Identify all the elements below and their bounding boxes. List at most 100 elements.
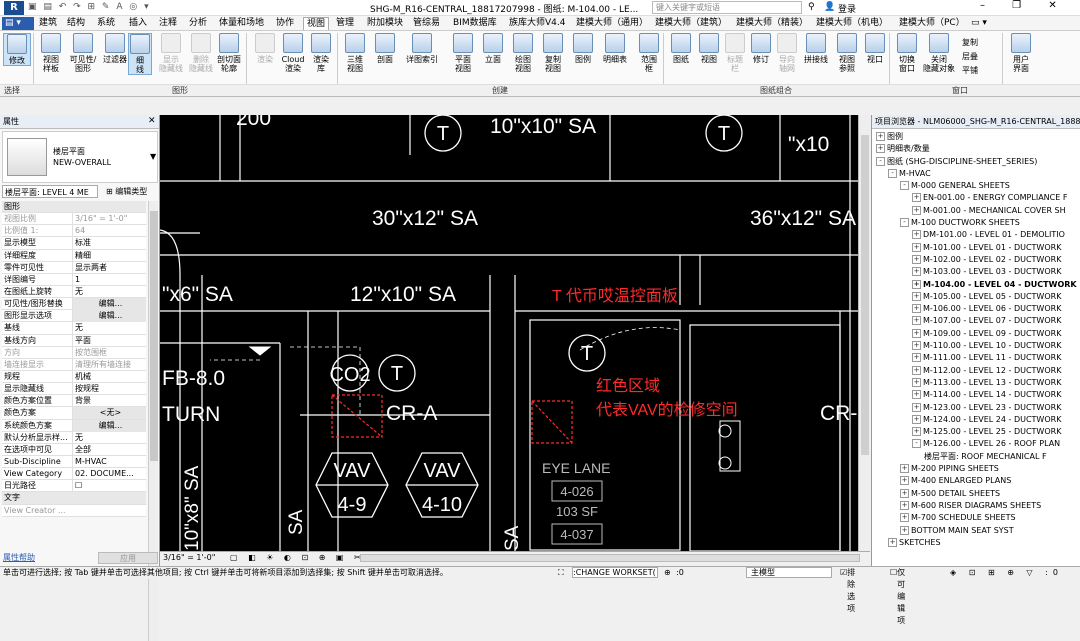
- property-value[interactable]: 02. DOCUME...: [72, 468, 146, 481]
- expand-icon[interactable]: +: [900, 464, 909, 474]
- browser-tree-node[interactable]: + M-109.00 - LEVEL 09 - DUCTWORK: [872, 328, 1080, 340]
- expand-icon[interactable]: +: [912, 365, 921, 375]
- matchline-button[interactable]: 拼接线: [800, 33, 832, 64]
- collapse-icon[interactable]: -: [900, 218, 909, 228]
- exclude-options-checkbox[interactable]: ☑ 排除选项: [840, 567, 855, 613]
- tab-guanzongyi[interactable]: 管综易: [410, 17, 443, 30]
- tab-systems[interactable]: 系统: [94, 17, 118, 30]
- chevron-down-icon[interactable]: ▼: [150, 152, 156, 161]
- property-value[interactable]: 显示两者: [72, 261, 146, 274]
- browser-tree-node[interactable]: + M-112.00 - LEVEL 12 - DUCTWORK: [872, 365, 1080, 377]
- worksets-icon[interactable]: ⛶: [558, 567, 564, 579]
- expand-icon[interactable]: +: [912, 230, 921, 240]
- view-scale[interactable]: 3/16" = 1'-0": [163, 552, 215, 564]
- render-button[interactable]: 渲染: [250, 33, 280, 64]
- property-value[interactable]: 平面: [72, 334, 146, 347]
- browser-tree-node[interactable]: + SKETCHES: [872, 537, 1080, 549]
- browser-tree-node[interactable]: + M-107.00 - LEVEL 07 - DUCTWORK: [872, 315, 1080, 327]
- login-button[interactable]: 登录: [838, 2, 856, 15]
- browser-tree-node[interactable]: + M-106.00 - LEVEL 06 - DUCTWORK: [872, 303, 1080, 315]
- browser-tree-node[interactable]: + DM-101.00 - LEVEL 01 - DEMOLITIO: [872, 229, 1080, 241]
- property-value[interactable]: ☐: [72, 480, 146, 493]
- view-reference-button[interactable]: 视图 参照: [832, 33, 862, 73]
- viewports-button[interactable]: 视口: [860, 33, 890, 64]
- browser-tree-node[interactable]: + M-400 ENLARGED PLANS: [872, 475, 1080, 487]
- legends-button[interactable]: 图例: [568, 33, 598, 64]
- browser-tree-node[interactable]: + M-114.00 - LEVEL 14 - DUCTWORK: [872, 389, 1080, 401]
- tab-structure[interactable]: 结构: [64, 17, 88, 30]
- switch-windows-button[interactable]: 切换 窗口: [892, 33, 922, 73]
- quick-access-toolbar[interactable]: ▣ ▤ ↶ ↷ ⊞ ✎ A ◎ ▾: [28, 2, 151, 12]
- property-edit-button[interactable]: 编辑...: [72, 310, 146, 323]
- drafting-view-button[interactable]: 绘图 视图: [508, 33, 538, 73]
- drawing-canvas[interactable]: T T T T CO2 30"x12" SA 36"x12" SA "x6" S…: [160, 115, 858, 551]
- browser-tree-node[interactable]: 楼层平面: ROOF MECHANICAL F: [872, 451, 1080, 463]
- canvas-vertical-scrollbar[interactable]: [858, 115, 870, 551]
- close-hidden-button[interactable]: 关闭 隐藏对象: [922, 33, 956, 73]
- property-value[interactable]: 标准: [72, 237, 146, 250]
- expand-icon[interactable]: +: [900, 513, 909, 523]
- browser-tree-node[interactable]: + M-111.00 - LEVEL 11 - DUCTWORK: [872, 352, 1080, 364]
- render-gallery-button[interactable]: 渲染 库: [306, 33, 336, 73]
- view-template-button[interactable]: 视图 样板: [36, 33, 66, 73]
- 3d-view-button[interactable]: 三维 视图: [340, 33, 370, 73]
- property-edit-button[interactable]: <无>: [72, 407, 146, 420]
- window-controls[interactable]: – ❐ ✕: [980, 0, 1069, 11]
- duplicate-view-button[interactable]: 复制 视图: [538, 33, 568, 73]
- view-selector-dropdown[interactable]: 楼层平面: LEVEL 4 ME: [2, 185, 98, 198]
- collapse-icon[interactable]: -: [888, 168, 897, 178]
- properties-section[interactable]: 图形: [2, 201, 146, 214]
- collapse-icon[interactable]: -: [900, 181, 909, 191]
- expand-icon[interactable]: +: [876, 132, 885, 141]
- browser-tree-node[interactable]: + 图例: [872, 131, 1080, 143]
- browser-tree-node[interactable]: + M-104.00 - LEVEL 04 - DUCTWORK: [872, 279, 1080, 291]
- callout-button[interactable]: 详图索引: [402, 33, 442, 64]
- property-value[interactable]: 背景: [72, 395, 146, 408]
- editing-requests-icon[interactable]: ⊕: [664, 567, 671, 579]
- expand-icon[interactable]: +: [912, 279, 921, 289]
- browser-tree-node[interactable]: + M-113.00 - LEVEL 13 - DUCTWORK: [872, 377, 1080, 389]
- expand-icon[interactable]: +: [912, 304, 921, 314]
- expand-icon[interactable]: +: [900, 500, 909, 510]
- expand-icon[interactable]: +: [912, 341, 921, 351]
- browser-tree-node[interactable]: + M-102.00 - LEVEL 02 - DUCTWORK: [872, 254, 1080, 266]
- property-edit-button[interactable]: 编辑...: [72, 419, 146, 432]
- sheet-button[interactable]: 图纸: [666, 33, 696, 64]
- edit-type-button[interactable]: ⊞ 编辑类型: [106, 185, 147, 199]
- tab-modeling-finish[interactable]: 建模大师（精装）: [733, 17, 811, 30]
- collapse-icon[interactable]: -: [912, 439, 921, 449]
- editable-only-checkbox[interactable]: ☐ 仅可编辑项: [890, 567, 905, 625]
- expand-icon[interactable]: +: [912, 316, 921, 326]
- property-value[interactable]: 全部: [72, 443, 146, 456]
- property-value[interactable]: 按规程: [72, 383, 146, 396]
- section-button[interactable]: 剖面: [370, 33, 400, 64]
- browser-tree-node[interactable]: + M-001.00 - MECHANICAL COVER SH: [872, 205, 1080, 217]
- browser-tree-node[interactable]: + M-700 SCHEDULE SHEETS: [872, 512, 1080, 524]
- apply-button[interactable]: 应用: [98, 552, 158, 564]
- property-value[interactable]: 无: [72, 322, 146, 335]
- revit-logo-icon[interactable]: R: [4, 1, 24, 15]
- expand-icon[interactable]: +: [912, 377, 921, 387]
- browser-tree-node[interactable]: + M-123.00 - LEVEL 23 - DUCTWORK: [872, 402, 1080, 414]
- expand-icon[interactable]: +: [912, 205, 921, 215]
- cloud-render-button[interactable]: Cloud 渲染: [278, 33, 308, 73]
- expand-icon[interactable]: +: [912, 328, 921, 338]
- expand-icon[interactable]: +: [900, 488, 909, 498]
- tab-modeling-arch[interactable]: 建模大师（建筑）: [652, 17, 730, 30]
- expand-icon[interactable]: +: [912, 254, 921, 264]
- group-select[interactable]: 选择: [4, 85, 20, 96]
- browser-tree-node[interactable]: - M-000 GENERAL SHEETS: [872, 180, 1080, 192]
- thin-lines-button[interactable]: 细 线: [128, 33, 152, 75]
- property-value[interactable]: M-HVAC: [72, 455, 146, 468]
- search-input[interactable]: 键入关键字或短语: [652, 1, 802, 14]
- browser-tree-node[interactable]: + M-105.00 - LEVEL 05 - DUCTWORK: [872, 291, 1080, 303]
- expand-icon[interactable]: +: [900, 476, 909, 486]
- expand-icon[interactable]: +: [912, 353, 921, 363]
- visibility-graphics-button[interactable]: 可见性/ 图形: [68, 33, 98, 73]
- tab-addins[interactable]: 附加模块: [364, 17, 406, 30]
- filters-button[interactable]: 过滤器: [100, 33, 130, 64]
- browser-tree-node[interactable]: - M-HVAC: [872, 168, 1080, 180]
- browser-tree-node[interactable]: - M-100 DUCTWORK SHEETS: [872, 217, 1080, 229]
- close-icon[interactable]: ✕: [148, 116, 156, 126]
- modify-button[interactable]: 修改: [3, 33, 31, 66]
